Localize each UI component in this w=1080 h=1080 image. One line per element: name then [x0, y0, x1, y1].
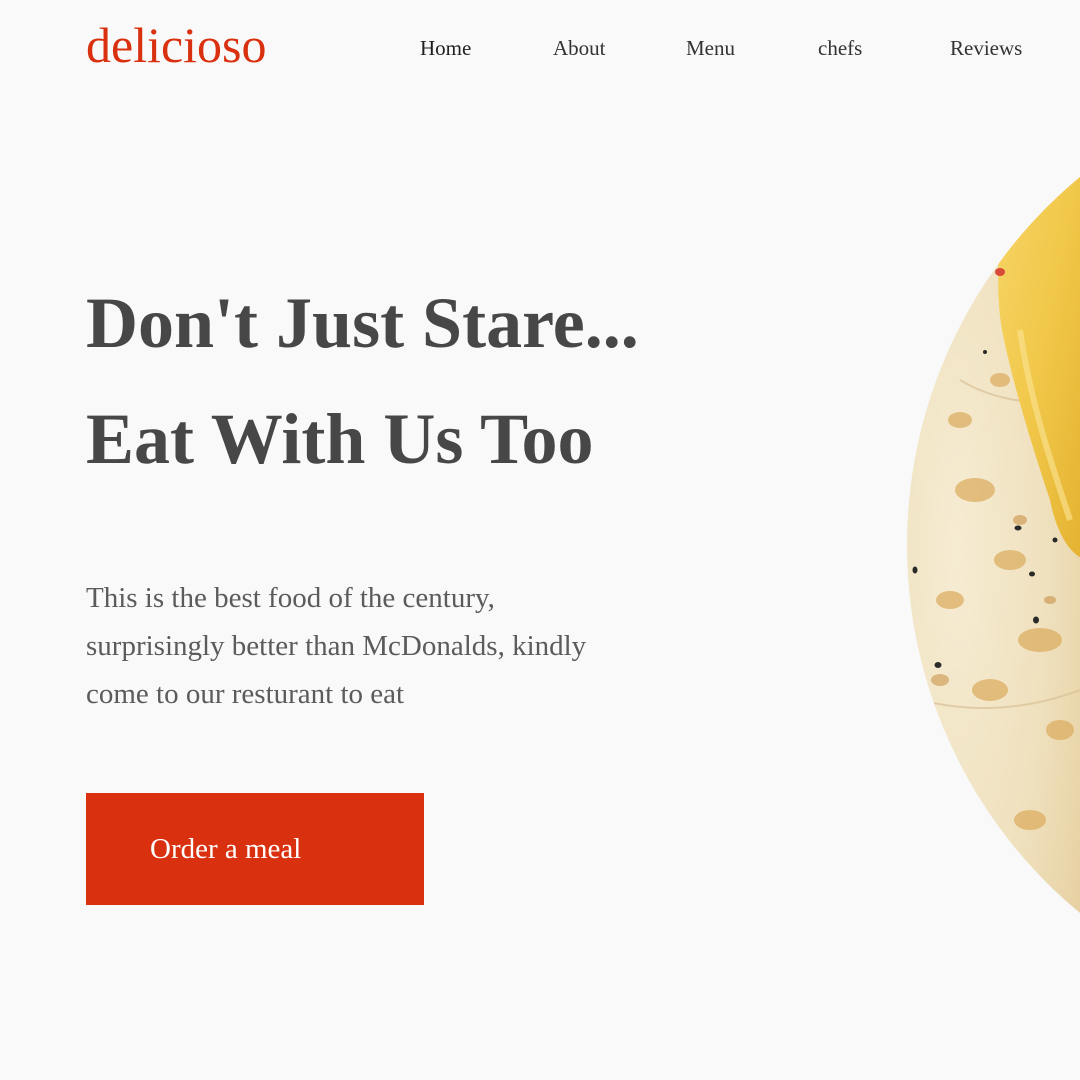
hero-description-line-3: come to our resturant to eat — [86, 678, 405, 710]
nav-link-home[interactable]: Home — [420, 35, 471, 61]
hero-description-line-1: This is the best food of the century, — [86, 582, 495, 614]
hero-description-line-2: surprisingly better than McDonalds, kind… — [86, 630, 587, 662]
order-meal-button[interactable]: Order a meal — [86, 793, 424, 905]
hero-headline-line-2: Eat With Us Too — [86, 399, 594, 479]
nav-link-reviews[interactable]: Reviews — [950, 35, 1022, 61]
nav-link-menu[interactable]: Menu — [686, 35, 735, 61]
food-image — [907, 67, 1080, 1023]
logo[interactable]: delicioso — [86, 14, 267, 76]
nav-link-chefs[interactable]: chefs — [818, 35, 862, 61]
nav-link-about[interactable]: About — [553, 35, 606, 61]
hero-headline-line-1: Don't Just Stare... — [86, 283, 639, 363]
